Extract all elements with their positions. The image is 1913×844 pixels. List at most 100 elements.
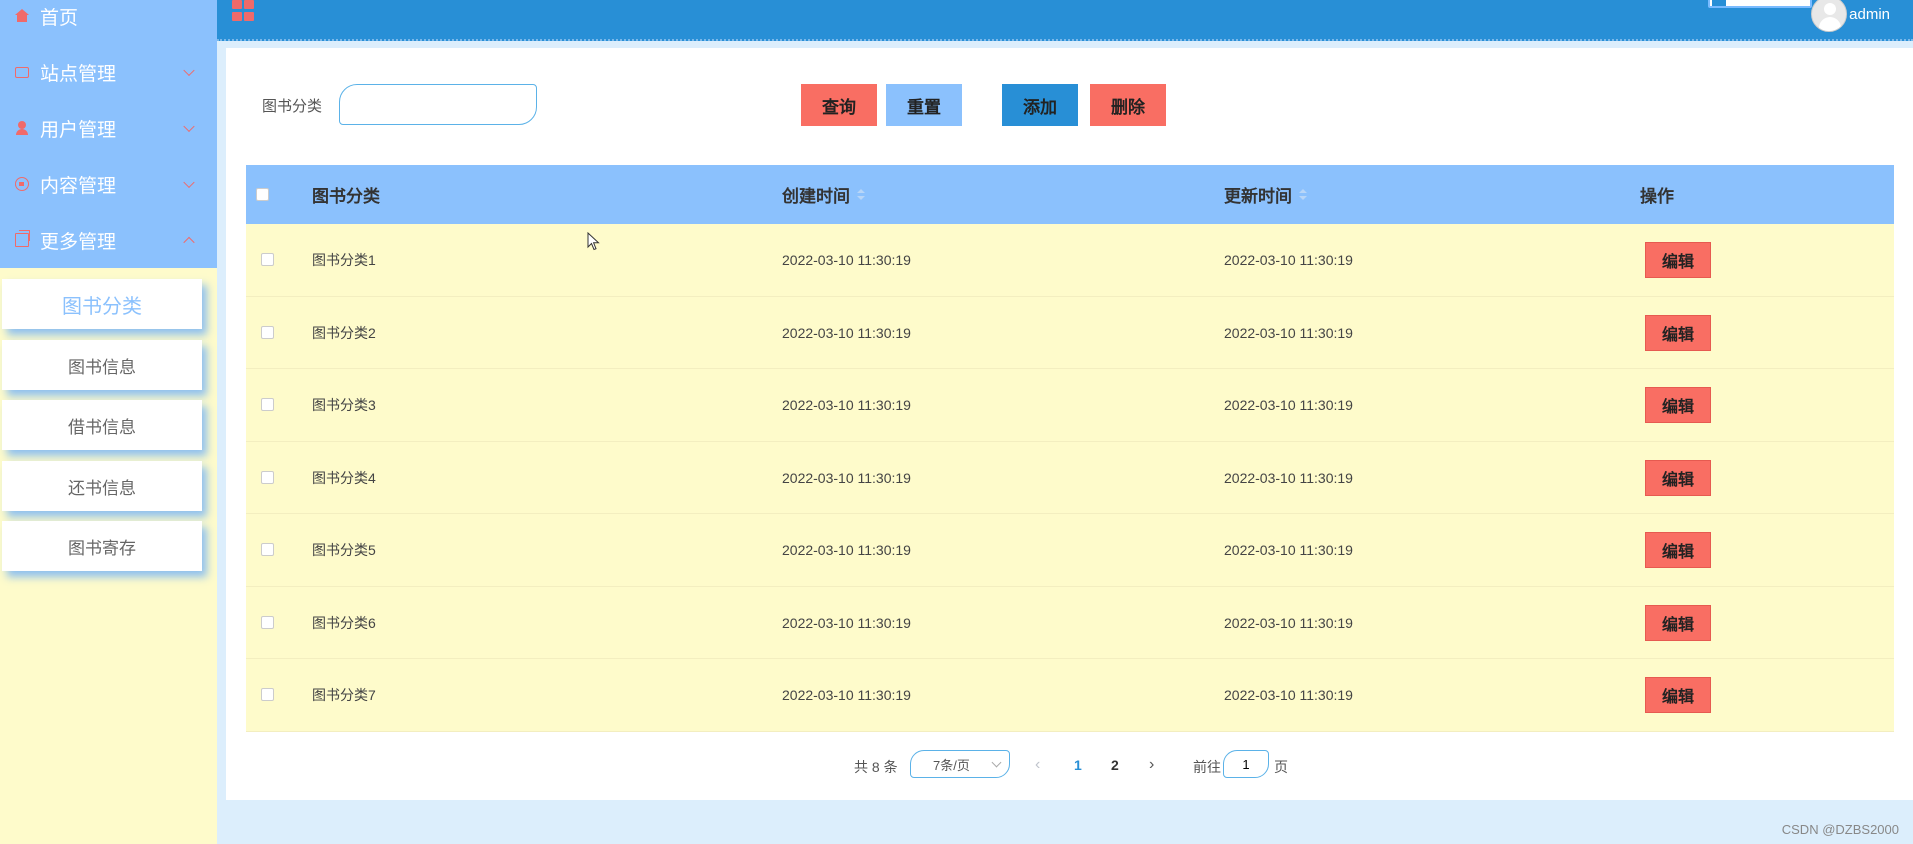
chevron-down-icon [183,176,195,189]
sort-icon[interactable] [1299,188,1307,201]
sort-icon[interactable] [857,188,865,201]
cell-category: 图书分类6 [312,614,376,631]
sidebar-menu: 首页 站点管理 用户管理 内容管理 更多管理 [0,0,217,268]
row-checkbox[interactable] [261,325,274,339]
cell-created: 2022-03-10 11:30:19 [782,397,911,413]
search-label: 图书分类 [262,98,323,115]
cell-category: 图书分类5 [312,542,376,558]
home-icon [15,9,29,23]
cell-updated: 2022-03-10 11:30:19 [1224,542,1353,558]
sidebar-item-label: 首页 [40,7,79,29]
table-row: 图书分类6 2022-03-10 11:30:19 2022-03-10 11:… [246,586,1894,659]
main-panel: 图书分类 查询 重置 添加 删除 图书分类 创建时间 更新时间 操作 图书分类1… [226,48,1913,800]
submenu-item-return-info[interactable]: 还书信息 [2,461,202,511]
monitor-icon [15,66,29,78]
cell-created: 2022-03-10 11:30:19 [782,324,911,341]
row-checkbox[interactable] [261,253,274,266]
select-all-checkbox[interactable] [256,188,269,201]
goto-page-input[interactable] [1223,750,1269,778]
mouse-cursor-icon [587,232,600,251]
chevron-down-icon [991,757,1002,768]
edit-button[interactable]: 编辑 [1645,387,1711,423]
row-checkbox[interactable] [261,470,274,484]
sidebar-item-label: 内容管理 [40,175,117,197]
chat-icon [15,177,29,191]
delete-button[interactable]: 删除 [1090,84,1166,126]
avatar[interactable] [1811,0,1847,32]
submenu-item-book-info[interactable]: 图书信息 [2,340,202,390]
pagination: 共 8 条 7条/页 ‹ 1 2 › 前往 页 [226,750,1913,780]
cell-created: 2022-03-10 11:30:19 [782,542,911,558]
cell-created: 2022-03-10 11:30:19 [782,252,911,268]
sidebar-item-content-management[interactable]: 内容管理 [0,156,217,212]
sidebar-item-label: 用户管理 [40,119,117,141]
column-header-updated[interactable]: 更新时间 [1224,165,1307,224]
cell-category: 图书分类7 [312,687,376,703]
user-icon [15,121,29,135]
grid-menu-icon[interactable] [232,0,256,22]
goto-label: 前往 [1193,759,1221,775]
chevron-down-icon [183,120,195,133]
table-row: 图书分类1 2022-03-10 11:30:19 2022-03-10 11:… [246,224,1894,297]
sidebar-item-user-management[interactable]: 用户管理 [0,100,217,156]
search-input[interactable] [339,84,537,125]
page-number-1[interactable]: 1 [1074,757,1082,773]
sidebar-item-more-management[interactable]: 更多管理 [0,212,217,268]
cell-updated: 2022-03-10 11:30:19 [1224,324,1353,341]
cell-category: 图书分类3 [312,397,376,413]
cell-category: 图书分类2 [312,324,376,341]
edit-button[interactable]: 编辑 [1645,314,1711,351]
sidebar-item-label: 更多管理 [40,231,117,253]
page-size-select[interactable]: 7条/页 [910,750,1010,778]
chevron-up-icon [183,236,195,249]
cell-created: 2022-03-10 11:30:19 [782,614,911,631]
submenu-item-book-storage[interactable]: 图书寄存 [2,521,202,571]
top-bar: admin [217,0,1913,41]
watermark: CSDN @DZBS2000 [1781,822,1899,837]
table-row: 图书分类4 2022-03-10 11:30:19 2022-03-10 11:… [246,441,1894,514]
next-page-icon[interactable]: › [1149,756,1154,774]
submenu-item-borrow-info[interactable]: 借书信息 [2,400,202,450]
prev-page-icon[interactable]: ‹ [1035,756,1040,774]
cell-updated: 2022-03-10 11:30:19 [1224,252,1353,268]
cell-updated: 2022-03-10 11:30:19 [1224,469,1353,486]
table-header: 图书分类 创建时间 更新时间 操作 [246,165,1894,224]
edit-button[interactable]: 编辑 [1645,459,1711,496]
row-checkbox[interactable] [261,398,274,411]
add-button[interactable]: 添加 [1002,84,1078,126]
reset-button[interactable]: 重置 [886,84,962,126]
user-name[interactable]: admin [1849,6,1890,23]
cell-created: 2022-03-10 11:30:19 [782,687,911,703]
query-button[interactable]: 查询 [801,84,877,126]
sidebar-item-home[interactable]: 首页 [0,0,217,44]
cell-updated: 2022-03-10 11:30:19 [1224,614,1353,631]
chevron-down-icon [183,64,195,77]
edit-button[interactable]: 编辑 [1645,532,1711,568]
table-row: 图书分类2 2022-03-10 11:30:19 2022-03-10 11:… [246,296,1894,369]
column-header-action: 操作 [1640,187,1674,206]
submenu-item-book-category[interactable]: 图书分类 [2,279,202,329]
top-right-button[interactable] [1708,0,1812,8]
row-checkbox[interactable] [261,688,274,701]
edit-button[interactable]: 编辑 [1645,677,1711,713]
table-row: 图书分类7 2022-03-10 11:30:19 2022-03-10 11:… [246,659,1894,732]
pagination-total: 共 8 条 [854,759,898,775]
table-row: 图书分类5 2022-03-10 11:30:19 2022-03-10 11:… [246,514,1894,587]
sidebar: 首页 站点管理 用户管理 内容管理 更多管理 图书分类 图书信息 借书信息 还书… [0,0,217,844]
cell-updated: 2022-03-10 11:30:19 [1224,687,1353,703]
column-header-category: 图书分类 [312,187,380,206]
edit-button[interactable]: 编辑 [1645,242,1711,278]
cell-category: 图书分类4 [312,469,376,486]
cell-created: 2022-03-10 11:30:19 [782,469,911,486]
cell-updated: 2022-03-10 11:30:19 [1224,397,1353,413]
goto-suffix: 页 [1274,759,1288,775]
column-header-created[interactable]: 创建时间 [782,165,865,224]
edit-button[interactable]: 编辑 [1645,604,1711,641]
row-checkbox[interactable] [261,543,274,556]
copy-icon [15,230,30,247]
sidebar-item-site-management[interactable]: 站点管理 [0,44,217,100]
row-checkbox[interactable] [261,615,274,629]
data-table: 图书分类 创建时间 更新时间 操作 图书分类1 2022-03-10 11:30… [246,165,1894,732]
sidebar-item-label: 站点管理 [40,63,117,85]
page-number-2[interactable]: 2 [1111,757,1119,773]
